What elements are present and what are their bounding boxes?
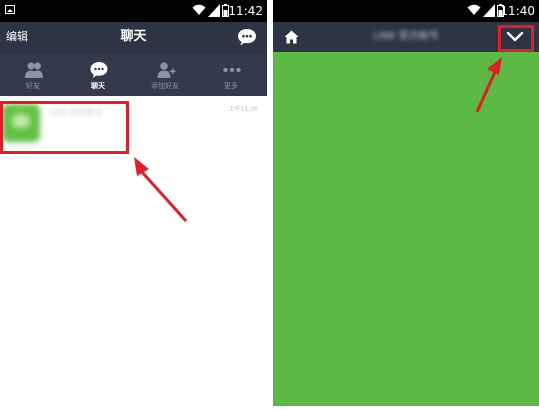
annotation-arrow xyxy=(475,57,502,113)
annotation-arrow xyxy=(134,157,188,223)
right-phone-screen: 11:40 LINE 官方帐号 xyxy=(273,0,539,406)
left-phone-screen: 11:42 编辑 聊天 好友 聊天 添加好友 更多 LINE 官方帐号 上午11… xyxy=(0,0,267,410)
